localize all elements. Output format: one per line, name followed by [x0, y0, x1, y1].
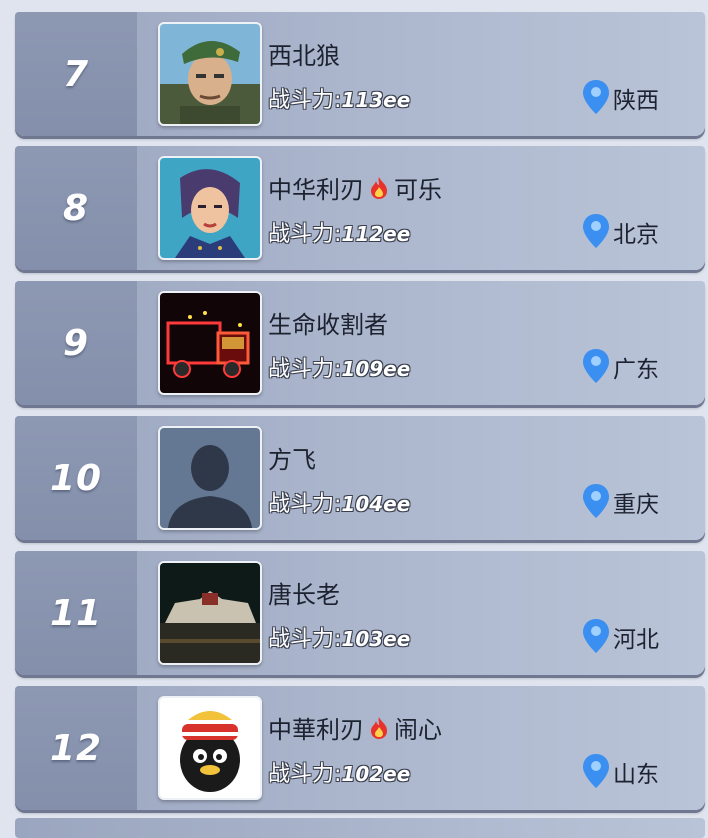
location-text: 北京 — [613, 222, 659, 248]
player-name: 西北狼 — [268, 36, 340, 71]
leaderboard-list: 7 西北狼 战斗力:113ee 陕西 8 中华利刃 可乐 战斗力:112ee 北… — [0, 0, 708, 838]
player-location: 山东 — [581, 752, 659, 790]
rank-number: 12 — [49, 727, 103, 769]
player-name: 唐长老 — [268, 575, 340, 610]
location-pin-icon — [583, 619, 609, 653]
power-value: 112ee — [341, 222, 411, 246]
rank-cell: 10 — [15, 416, 137, 540]
power-value: 103ee — [341, 627, 411, 651]
power-info: 战斗力:102ee — [268, 756, 410, 788]
location-text: 山东 — [613, 762, 659, 788]
power-label: 战斗力: — [268, 492, 342, 517]
player-avatar[interactable] — [158, 156, 262, 260]
penguin-avatar-image — [160, 698, 260, 798]
location-pin-icon — [583, 754, 609, 788]
player-name-text: 方飞 — [268, 446, 316, 474]
location-pin-icon — [583, 484, 609, 518]
power-label: 战斗力: — [268, 222, 342, 247]
player-name: 方飞 — [268, 440, 316, 475]
location-text: 陕西 — [613, 88, 659, 114]
flame-icon — [371, 176, 387, 199]
soldier-avatar-image — [160, 24, 260, 124]
rank-cell: 7 — [15, 12, 137, 136]
leaderboard-row[interactable]: 10 方飞 战斗力:104ee 重庆 — [15, 416, 705, 540]
rank-number: 10 — [49, 457, 103, 499]
location-text: 广东 — [613, 357, 659, 383]
location-text: 河北 — [613, 627, 659, 653]
power-value: 104ee — [341, 492, 411, 516]
location-text: 重庆 — [613, 492, 659, 518]
player-location: 广东 — [581, 347, 659, 385]
player-name-text: 中华利刃 — [268, 176, 364, 204]
night-palace-avatar-image — [160, 563, 260, 663]
location-pin-icon — [583, 80, 609, 114]
power-value: 113ee — [341, 88, 411, 112]
leaderboard-row[interactable]: 11 唐长老 战斗力:103ee 河北 — [15, 551, 705, 675]
power-info: 战斗力:112ee — [268, 216, 410, 248]
neon-truck-avatar-image — [160, 293, 260, 393]
leaderboard-row[interactable]: 12 中華利刃 闹心 战斗力:102ee 山东 — [15, 686, 705, 810]
leaderboard-row[interactable]: 7 西北狼 战斗力:113ee 陕西 — [15, 12, 705, 136]
power-info: 战斗力:104ee — [268, 486, 410, 518]
power-label: 战斗力: — [268, 627, 342, 652]
player-name-text: 生命收割者 — [268, 311, 388, 339]
power-info: 战斗力:103ee — [268, 621, 410, 653]
player-avatar[interactable] — [158, 561, 262, 665]
power-info: 战斗力:109ee — [268, 351, 410, 383]
power-label: 战斗力: — [268, 357, 342, 382]
player-location: 陕西 — [581, 78, 659, 116]
rank-cell: 12 — [15, 686, 137, 810]
player-name-text: 西北狼 — [268, 42, 340, 70]
rank-number: 11 — [49, 592, 103, 634]
player-avatar[interactable] — [158, 426, 262, 530]
rank-cell: 8 — [15, 146, 137, 270]
power-label: 战斗力: — [268, 762, 342, 787]
power-value: 109ee — [341, 357, 411, 381]
power-label: 战斗力: — [268, 88, 342, 113]
player-name-text: 唐长老 — [268, 581, 340, 609]
player-name-suffix: 可乐 — [394, 176, 442, 204]
rank-number: 9 — [62, 322, 90, 364]
player-location: 重庆 — [581, 482, 659, 520]
rank-number: 7 — [62, 53, 90, 95]
player-location: 河北 — [581, 617, 659, 655]
player-name: 中華利刃 闹心 — [268, 710, 442, 745]
rank-cell: 11 — [15, 551, 137, 675]
player-name-text: 中華利刃 — [268, 716, 364, 744]
leaderboard-row[interactable]: 9 生命收割者 战斗力:109ee 广东 — [15, 281, 705, 405]
player-avatar[interactable] — [158, 696, 262, 800]
player-name: 生命收割者 — [268, 305, 388, 340]
location-pin-icon — [583, 349, 609, 383]
power-value: 102ee — [341, 762, 411, 786]
player-location: 北京 — [581, 212, 659, 250]
player-avatar[interactable] — [158, 291, 262, 395]
player-name: 中华利刃 可乐 — [268, 170, 442, 205]
player-name-suffix: 闹心 — [394, 716, 442, 744]
female-officer-avatar-image — [160, 158, 260, 258]
default-silhouette-avatar-image — [160, 428, 260, 528]
leaderboard-row-partial[interactable] — [15, 818, 705, 838]
power-info: 战斗力:113ee — [268, 82, 410, 114]
rank-cell: 9 — [15, 281, 137, 405]
player-avatar[interactable] — [158, 22, 262, 126]
location-pin-icon — [583, 214, 609, 248]
leaderboard-row[interactable]: 8 中华利刃 可乐 战斗力:112ee 北京 — [15, 146, 705, 270]
rank-number: 8 — [62, 187, 90, 229]
flame-icon — [371, 716, 387, 739]
